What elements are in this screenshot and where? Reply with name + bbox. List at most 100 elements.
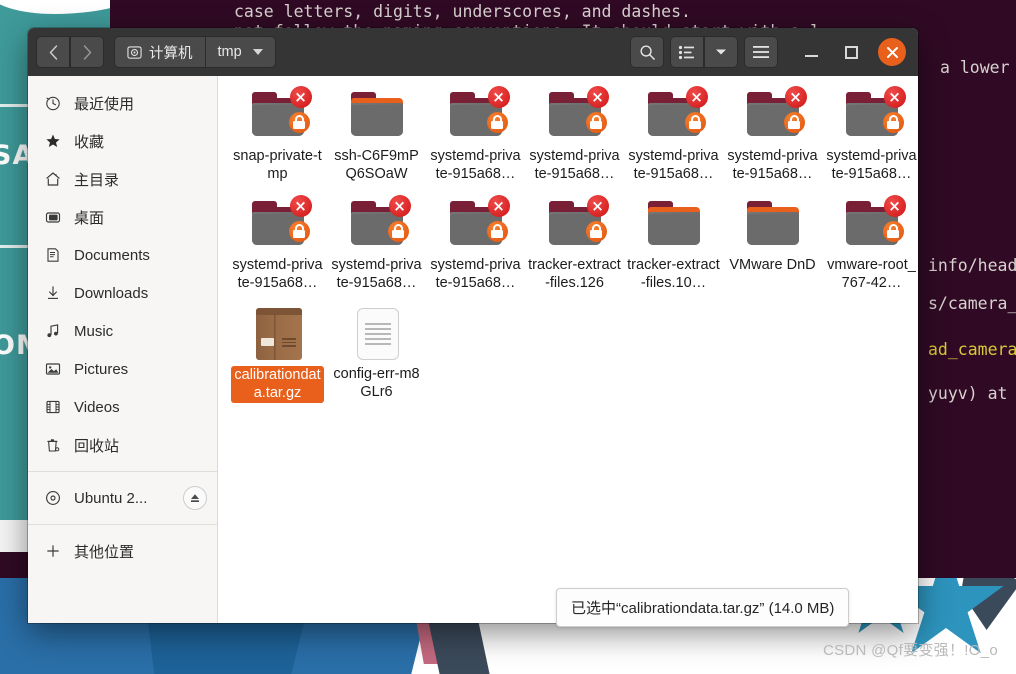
sidebar-label: Music [74, 322, 114, 340]
chevron-down-icon [252, 49, 263, 55]
file-name: calibrationdata.tar.gz [231, 366, 324, 403]
lock-icon [288, 112, 310, 133]
maximize-icon [844, 45, 858, 59]
file-name: systemd-private-915a68… [826, 148, 917, 182]
sidebar-label: 收藏 [74, 133, 105, 151]
file-item[interactable]: × systemd-private-915a68… [327, 193, 426, 300]
file-item[interactable]: × systemd-private-915a68… [822, 84, 918, 191]
sidebar-item-ubuntu-disc[interactable]: Ubuntu 2... [28, 479, 217, 517]
file-icon: × [840, 195, 906, 253]
access-denied-icon: × [784, 86, 807, 108]
window-controls [784, 38, 910, 66]
sidebar-item-desktop[interactable]: 桌面 [28, 198, 217, 236]
back-button[interactable] [36, 36, 70, 68]
sidebar-item-music[interactable]: Music [28, 312, 217, 350]
sidebar-item-documents[interactable]: Documents [28, 236, 217, 274]
view-options-dropdown[interactable] [704, 36, 738, 68]
file-item[interactable]: × systemd-private-915a68… [426, 193, 525, 300]
file-icon: × [444, 195, 510, 253]
file-item[interactable]: × systemd-private-915a68… [624, 84, 723, 191]
lock-icon [783, 112, 805, 133]
file-icon: × [543, 86, 609, 144]
file-item[interactable]: × systemd-private-915a68… [723, 84, 822, 191]
list-view-button[interactable] [670, 36, 704, 68]
archive-icon [255, 308, 302, 360]
sidebar-item-other-locations[interactable]: 其他位置 [28, 532, 217, 570]
folder-icon [350, 92, 403, 138]
sidebar-label: 桌面 [74, 209, 105, 227]
sidebar-label: Ubuntu 2... [74, 489, 148, 507]
clock-icon [44, 95, 62, 111]
lock-icon [288, 221, 310, 242]
sidebar-label: Documents [74, 246, 150, 264]
sidebar-label: 其他位置 [74, 543, 135, 561]
download-icon [44, 285, 62, 301]
breadcrumb-item-tmp[interactable]: tmp [205, 36, 276, 68]
list-view-icon [678, 45, 694, 59]
file-item[interactable]: × systemd-private-915a68… [525, 84, 624, 191]
sidebar-item-trash[interactable]: 回收站 [28, 426, 217, 464]
file-icon: × [543, 195, 609, 253]
file-icon [345, 90, 409, 144]
file-name: systemd-private-915a68… [529, 148, 620, 182]
file-item[interactable]: × systemd-private-915a68… [426, 84, 525, 191]
file-name: systemd-private-915a68… [727, 148, 818, 182]
star-icon [44, 133, 62, 149]
access-denied-icon: × [586, 86, 609, 108]
file-icon [642, 199, 706, 253]
search-button[interactable] [630, 36, 664, 68]
video-icon [44, 399, 62, 415]
minimize-button[interactable] [798, 39, 824, 65]
file-item[interactable]: × systemd-private-915a68… [228, 193, 327, 300]
sidebar-item-home[interactable]: 主目录 [28, 160, 217, 198]
lock-icon [585, 221, 607, 242]
file-item[interactable]: × tracker-extract-files.126 [525, 193, 624, 300]
file-name: tracker-extract-files.10… [627, 257, 720, 291]
file-name: VMware DnD [729, 257, 816, 273]
file-item[interactable]: × snap-private-tmp [228, 84, 327, 191]
file-icon: × [345, 195, 411, 253]
hamburger-menu-icon [753, 46, 769, 58]
chevron-left-icon [49, 44, 57, 60]
file-item-selected[interactable]: calibrationdata.tar.gz [228, 302, 327, 411]
chevron-right-icon [83, 44, 91, 60]
folder-icon [746, 201, 799, 247]
maximize-button[interactable] [838, 39, 864, 65]
file-icon: × [840, 86, 906, 144]
sidebar-item-starred[interactable]: 收藏 [28, 122, 217, 160]
sidebar-item-pictures[interactable]: Pictures [28, 350, 217, 388]
file-icon [246, 308, 310, 362]
file-item[interactable]: ssh-C6F9mPQ6SOaW [327, 84, 426, 191]
minimize-icon [804, 55, 818, 57]
close-button[interactable] [878, 38, 906, 66]
watermark-text: CSDN @Qf要变强！!O_o [822, 642, 998, 659]
file-item[interactable]: tracker-extract-files.10… [624, 193, 723, 300]
window-body: 最近使用 收藏 主目录 桌面 Documents Downloads Music… [28, 76, 918, 623]
file-icon [345, 308, 409, 362]
breadcrumb-label-computer: 计算机 [149, 45, 193, 62]
eject-button[interactable] [183, 486, 207, 510]
forward-button[interactable] [70, 36, 104, 68]
file-item[interactable]: VMware DnD [723, 193, 822, 300]
file-name: snap-private-tmp [233, 148, 322, 182]
sidebar-item-videos[interactable]: Videos [28, 388, 217, 426]
sidebar-item-recent[interactable]: 最近使用 [28, 84, 217, 122]
sidebar-label: Videos [74, 398, 120, 416]
main-menu-button[interactable] [744, 36, 778, 68]
sidebar-label: 回收站 [74, 437, 120, 455]
file-item[interactable]: × vmware-root_767-42… [822, 193, 918, 300]
sidebar-label: 最近使用 [74, 95, 135, 113]
access-denied-icon: × [883, 195, 906, 217]
sidebar-divider [28, 471, 217, 472]
sidebar-item-downloads[interactable]: Downloads [28, 274, 217, 312]
file-name: systemd-private-915a68… [628, 148, 719, 182]
breadcrumb-item-computer[interactable]: 计算机 [114, 36, 206, 68]
breadcrumb: 计算机 tmp [114, 36, 276, 68]
access-denied-icon: × [883, 86, 906, 108]
lock-icon [585, 112, 607, 133]
window-header-bar: 计算机 tmp [28, 28, 918, 76]
file-list-view[interactable]: × snap-private-tmp ssh-C6F9mPQ6SOaW × sy… [218, 76, 918, 623]
terminal-text-line: yuyv) at [928, 384, 1008, 403]
access-denied-icon: × [586, 195, 609, 217]
file-item[interactable]: config-err-m8GLr6 [327, 302, 426, 411]
